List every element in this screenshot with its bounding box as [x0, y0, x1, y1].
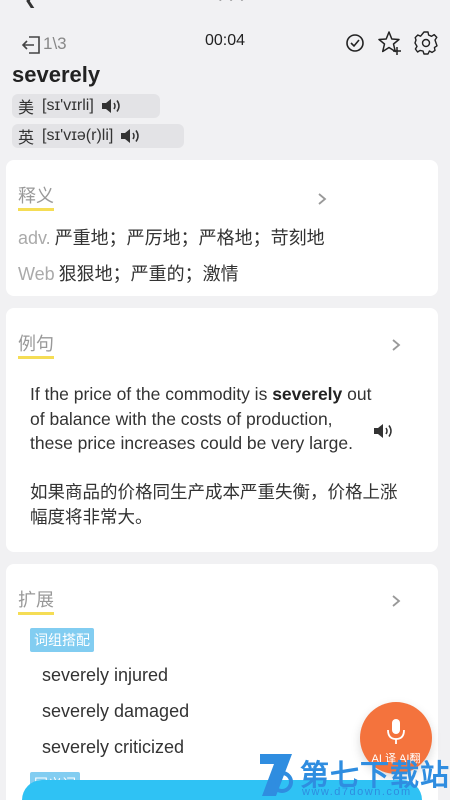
watermark: 第七下载站 www.d7down.com	[256, 750, 450, 800]
section-title-definitions: 释义	[18, 186, 54, 211]
pron-region: 美	[18, 100, 35, 117]
definition-text: 严重地；严厉地；严格地；苛刻地	[54, 228, 325, 248]
star-add-icon[interactable]	[376, 30, 402, 56]
status-bar-remnant: ❮ • • •	[0, 0, 450, 8]
header: 1\3 00:04	[0, 24, 450, 64]
collocation-tag: 词组搭配	[30, 628, 94, 652]
definitions-card[interactable]: 释义 adv. 严重地；严厉地；严格地；苛刻地 Web 狠狠地；严重的；激情	[6, 160, 438, 296]
gear-icon[interactable]	[413, 30, 439, 56]
phrase-item[interactable]: severely damaged	[42, 701, 189, 722]
cut-dots-icon: • • •	[218, 0, 245, 6]
examples-card[interactable]: 例句 If the price of the commodity is seve…	[6, 308, 438, 552]
example-translation: 如果商品的价格同生产成本严重失衡，价格上涨幅度将非常大。	[30, 482, 398, 527]
pronunciation-uk[interactable]: 英 [sɪ'vɪə(r)li]	[12, 124, 184, 148]
definition-text: 狠狠地；严重的；激情	[58, 264, 239, 284]
pronunciation-us[interactable]: 美 [sɪ'vɪrli]	[12, 94, 160, 118]
part-of-speech: Web	[18, 264, 55, 284]
definition-row: adv. 严重地；严厉地；严格地；苛刻地	[18, 224, 325, 250]
example-text-before: If the price of the commodity is	[30, 384, 268, 404]
example-sentence: If the price of the commodity is severel…	[30, 382, 380, 456]
part-of-speech: adv.	[18, 228, 51, 248]
section-title-extension: 扩展	[18, 590, 54, 615]
chevron-right-icon[interactable]	[390, 338, 402, 352]
speaker-icon[interactable]	[372, 422, 396, 440]
headword: severely	[12, 62, 101, 87]
check-circle-icon[interactable]	[342, 30, 368, 56]
watermark-url: www.d7down.com	[302, 786, 412, 798]
section-title-examples: 例句	[18, 334, 54, 359]
chevron-right-icon[interactable]	[316, 192, 328, 206]
definition-row: Web 狠狠地；严重的；激情	[18, 260, 239, 286]
pron-region: 英	[18, 130, 35, 147]
example-keyword: severely	[272, 384, 343, 404]
phrase-item[interactable]: severely criticized	[42, 737, 184, 758]
pron-ipa: [sɪ'vɪə(r)li]	[42, 127, 114, 144]
cut-arrow-icon: ❮	[24, 0, 37, 8]
microphone-icon	[387, 719, 405, 744]
speaker-icon[interactable]	[100, 97, 124, 115]
pron-ipa: [sɪ'vɪrli]	[42, 97, 94, 114]
chevron-right-icon[interactable]	[390, 594, 402, 608]
watermark-logo-icon	[260, 754, 293, 796]
speaker-icon[interactable]	[119, 127, 143, 145]
phrase-item[interactable]: severely injured	[42, 665, 168, 686]
